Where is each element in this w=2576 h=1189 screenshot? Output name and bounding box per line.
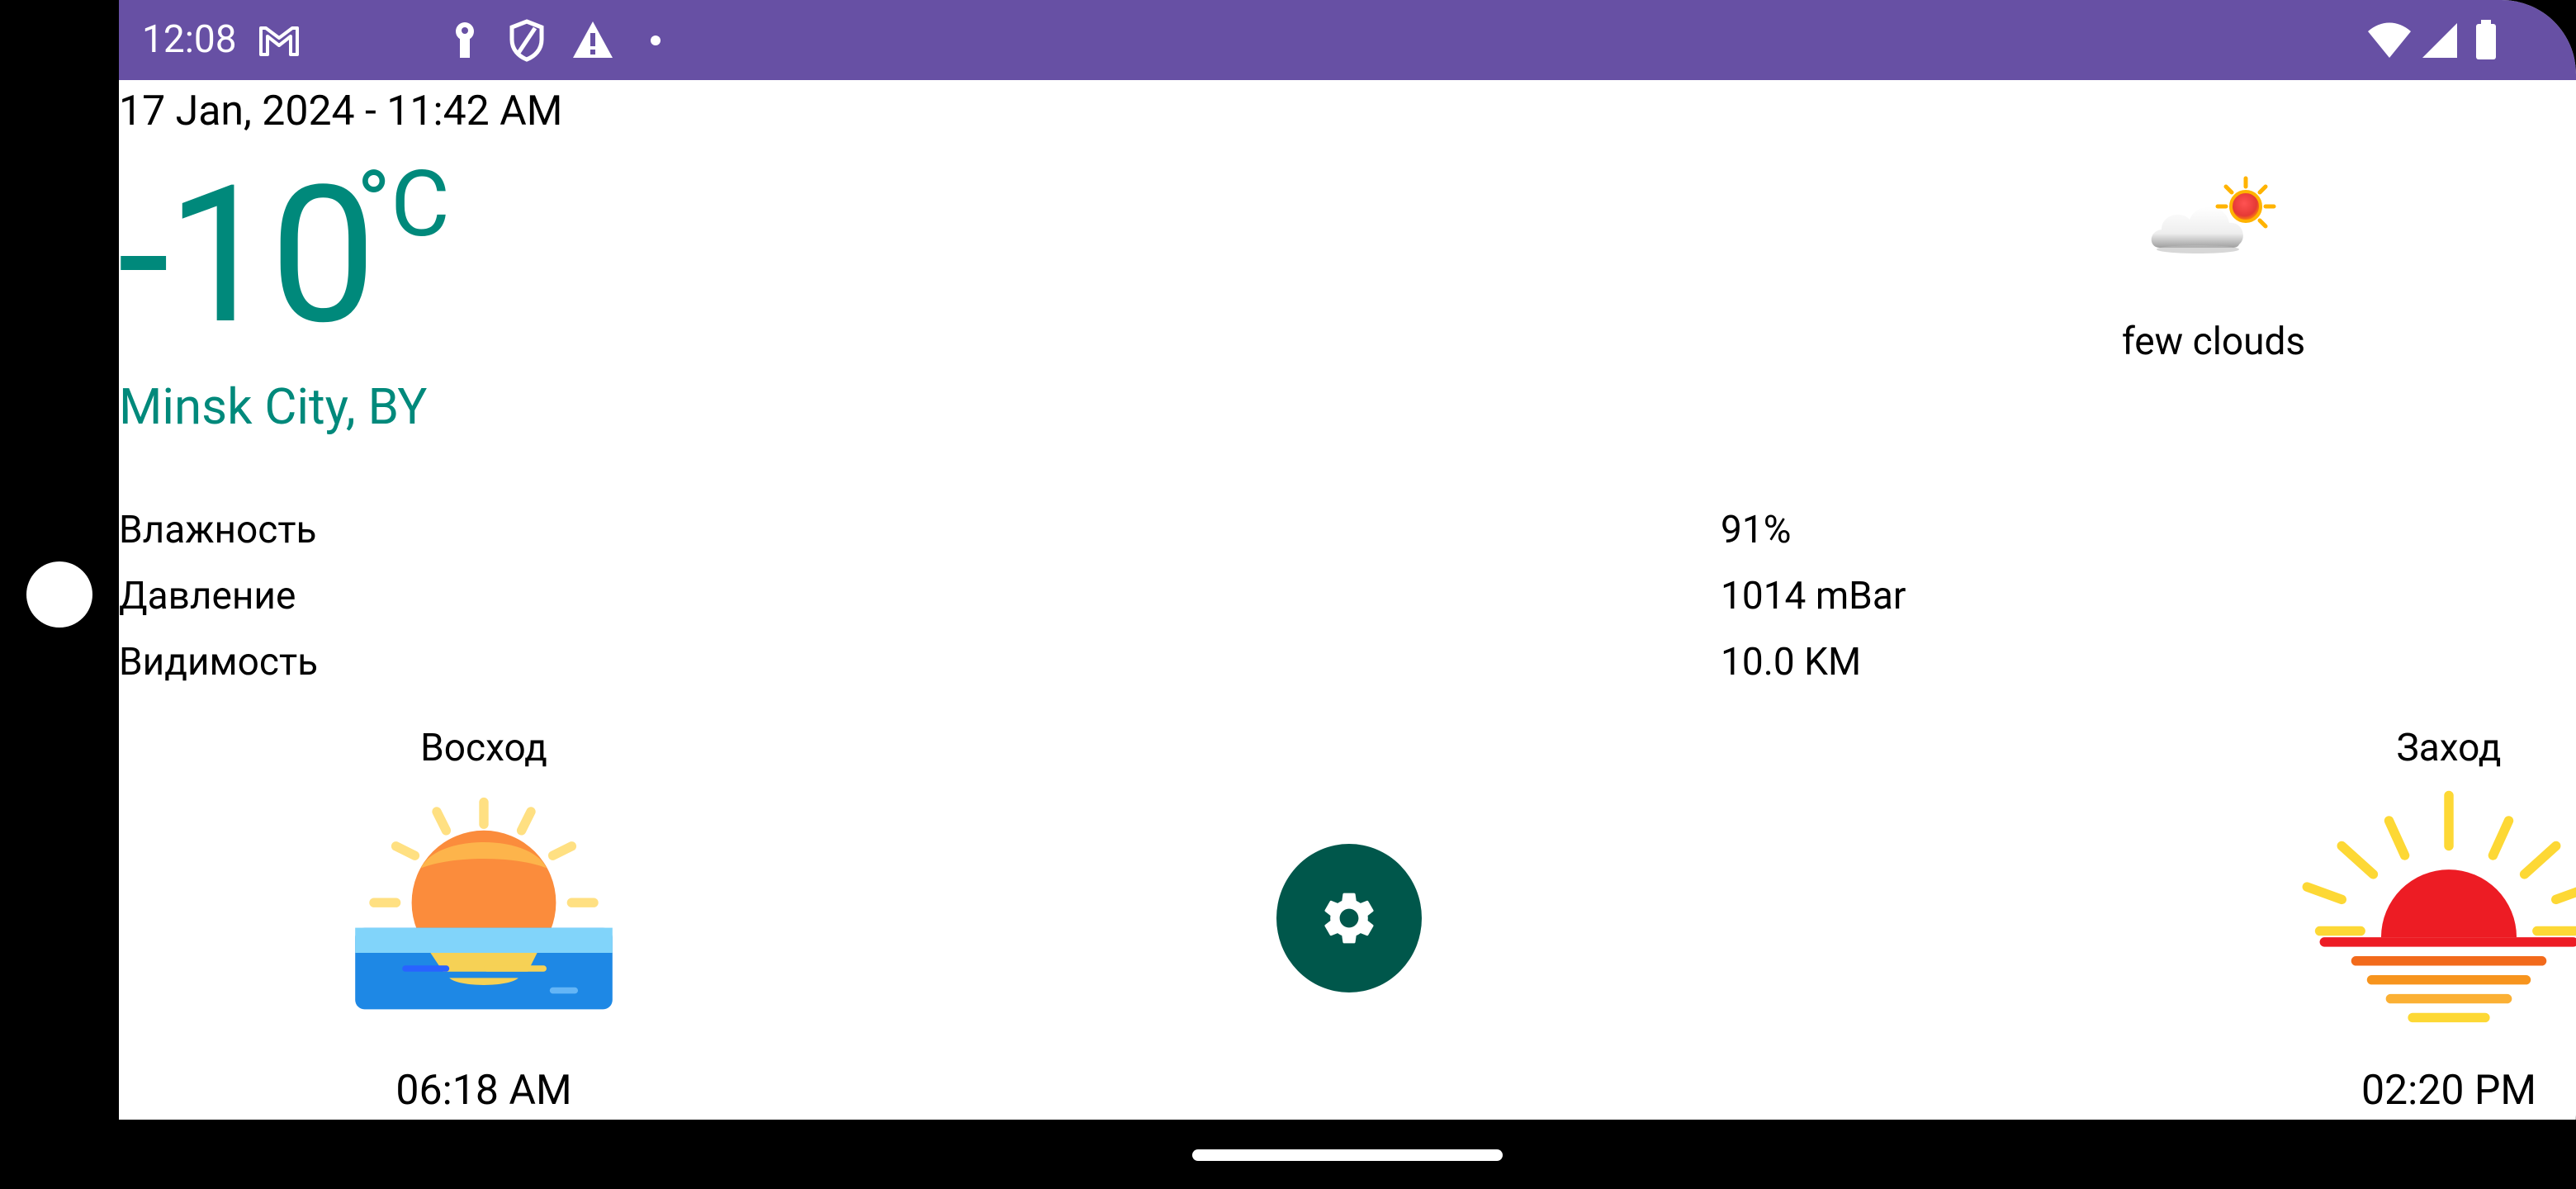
sunrise-icon — [355, 797, 613, 1010]
city-name: Minsk City, BY — [119, 377, 428, 436]
sunset-label: Заход — [2396, 726, 2502, 770]
visibility-value: 10.0 KM — [1721, 640, 1862, 685]
temperature-value: -10 — [119, 145, 376, 367]
condition-text: few clouds — [2121, 320, 2306, 364]
sunset-icon — [2302, 790, 2576, 1023]
battery-icon — [2476, 20, 2496, 59]
sunrise-time: 06:18 AM — [395, 1067, 572, 1115]
dot-icon — [651, 36, 661, 45]
visibility-label: Видимость — [119, 640, 319, 685]
humidity-label: Влажность — [119, 508, 317, 552]
key-icon — [456, 22, 474, 58]
gmail-icon — [259, 26, 299, 56]
temperature-unit: °C — [357, 151, 450, 258]
status-time: 12:08 — [142, 17, 237, 62]
status-bar: 12:08 — [119, 0, 2576, 80]
device-frame: 12:08 17 Jan, 2024 - 11:42 AM -10 °C Min… — [0, 0, 2576, 1189]
few-clouds-icon — [2151, 176, 2276, 253]
date-time: 17 Jan, 2024 - 11:42 AM — [119, 88, 563, 135]
pressure-value: 1014 mBar — [1721, 574, 1906, 618]
camera-cutout — [26, 561, 92, 628]
app-screen: 12:08 17 Jan, 2024 - 11:42 AM -10 °C Min… — [119, 0, 2576, 1120]
sunrise-label: Восход — [420, 726, 547, 770]
navigation-handle[interactable] — [1192, 1149, 1503, 1161]
sunset-time: 02:20 PM — [2361, 1067, 2537, 1115]
gear-icon — [1324, 893, 1374, 944]
cell-signal-icon — [2422, 23, 2457, 58]
humidity-value: 91% — [1721, 508, 1792, 552]
settings-button[interactable] — [1276, 844, 1422, 992]
pressure-label: Давление — [119, 574, 296, 618]
wifi-icon — [2368, 22, 2411, 58]
shield-icon — [509, 19, 544, 62]
warning-icon — [573, 21, 613, 58]
